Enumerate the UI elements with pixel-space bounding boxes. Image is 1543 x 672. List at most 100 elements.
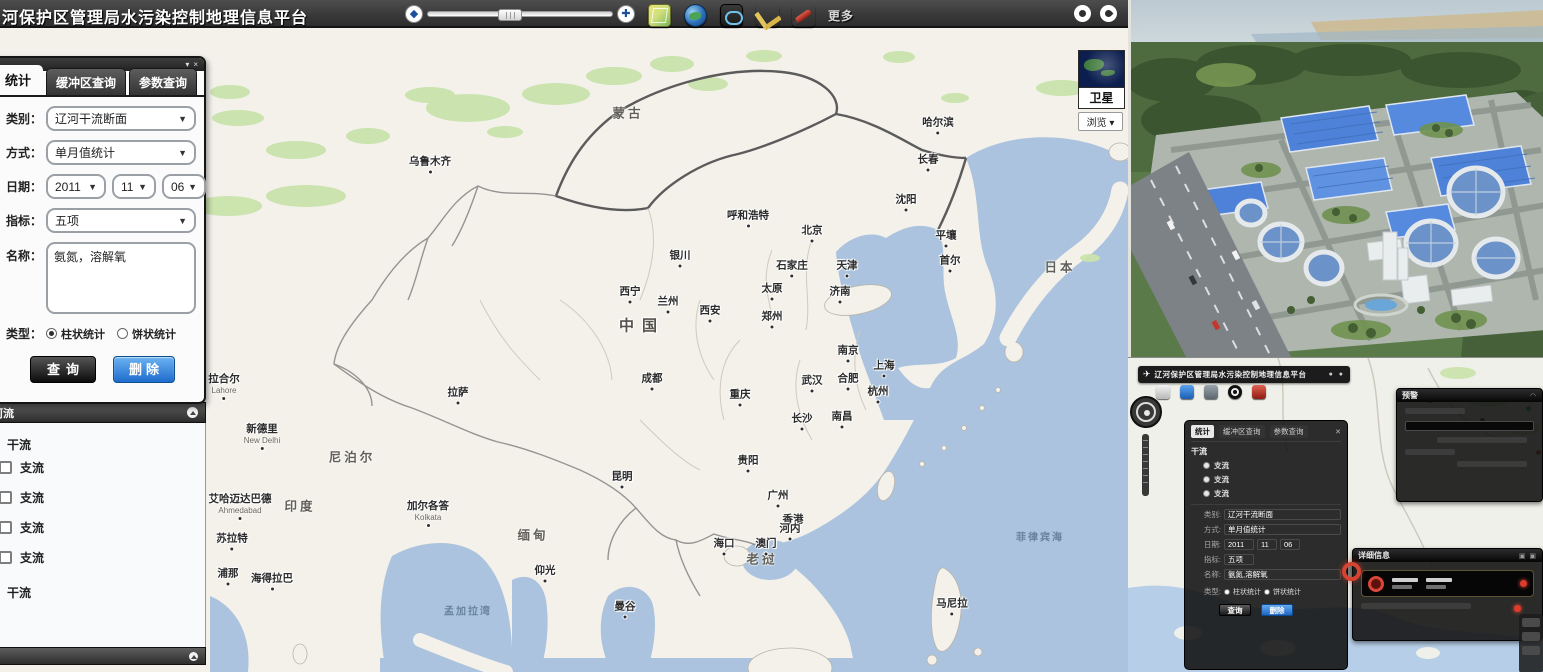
- mini-radio-pie-label[interactable]: 饼状统计: [1273, 587, 1301, 597]
- mini-side-panel-fragment: [1519, 614, 1543, 672]
- category-label: 类别：: [0, 110, 42, 127]
- layer-panel-header[interactable]: 河流: [0, 402, 206, 423]
- mini-app-title: 辽河保护区管理局水污染控制地理信息平台: [1155, 369, 1307, 380]
- mini-tab-buffer[interactable]: 缓冲区查询: [1219, 425, 1265, 438]
- mini-tab-param[interactable]: 参数查询: [1270, 425, 1308, 438]
- checkbox-icon[interactable]: [0, 551, 12, 564]
- mini-tree-item[interactable]: 支流: [1203, 460, 1341, 471]
- close-icon[interactable]: ×: [193, 61, 198, 69]
- mini-compass-control[interactable]: [1130, 396, 1162, 428]
- maptype-control[interactable]: 卫星 浏览 ▾: [1078, 50, 1125, 131]
- mini-indicator-select[interactable]: 五项: [1224, 554, 1254, 565]
- checkbox-icon[interactable]: [0, 521, 12, 534]
- mode-select[interactable]: 单月值统计 ▼: [46, 140, 196, 165]
- checkbox-icon[interactable]: [0, 491, 12, 504]
- mini-query-panel: 统计 缓冲区查询 参数查询 ✕ 干流 支流 支流 支流: [1184, 420, 1348, 670]
- mini-tool-icon[interactable]: [1204, 385, 1218, 399]
- indicator-select[interactable]: 五项 ▼: [46, 208, 196, 233]
- earth-icon[interactable]: [684, 4, 707, 27]
- layer-item[interactable]: 支流: [0, 549, 205, 566]
- mini-delete-button[interactable]: 删除: [1261, 604, 1293, 616]
- layer-item[interactable]: 支流: [0, 489, 205, 506]
- checkbox-icon[interactable]: [1203, 490, 1210, 497]
- mini-alert-panel: 预警 ◠: [1396, 388, 1543, 502]
- radio-bar-chart[interactable]: [46, 328, 57, 339]
- browse-dropdown[interactable]: 浏览 ▾: [1078, 112, 1123, 131]
- mode-value: 单月值统计: [55, 144, 115, 161]
- query-button[interactable]: 查询: [30, 356, 96, 383]
- plane-icon: ✈: [1143, 369, 1151, 380]
- more-tools-button[interactable]: 更多: [828, 7, 854, 24]
- tab-buffer-query[interactable]: 缓冲区查询: [46, 68, 126, 95]
- layer-item-label: 支流: [20, 489, 44, 506]
- alarm-dot-icon: [1520, 580, 1527, 587]
- query-panel: ▾ × 统计 缓冲区查询 参数查询 类别： 辽河干流断面 ▼ 方式： 单月值统计…: [0, 56, 206, 404]
- marker-pen-icon[interactable]: [792, 4, 815, 27]
- layer-item[interactable]: 支流: [0, 459, 205, 476]
- mini-tool-icon[interactable]: [1228, 385, 1242, 399]
- mini-detail-header[interactable]: 详细信息 ▣ ▣: [1353, 549, 1542, 562]
- zoom-slider-track[interactable]: [427, 11, 613, 17]
- mini-alert-header[interactable]: 预警 ◠: [1397, 389, 1542, 402]
- collapse-icon[interactable]: [189, 652, 198, 661]
- checkbox-icon[interactable]: [0, 461, 12, 474]
- parameter-names-textarea[interactable]: 氨氮，溶解氧: [46, 242, 196, 314]
- layer-panel-body: 干流 支流 支流 支流 支流 干流: [0, 423, 206, 647]
- radio-pie-chart[interactable]: [117, 328, 128, 339]
- delete-button[interactable]: 删除: [113, 356, 175, 383]
- satellite-thumbnail-icon[interactable]: [1078, 50, 1125, 88]
- month-select[interactable]: 11 ▼: [112, 174, 156, 199]
- panel-icons: ▣ ▣: [1519, 552, 1537, 560]
- mini-tool-icon[interactable]: [1180, 385, 1194, 399]
- collapse-circle-icon[interactable]: [1100, 5, 1117, 22]
- checkbox-icon[interactable]: [1203, 476, 1210, 483]
- mini-radio-bar-label[interactable]: 柱状统计: [1233, 587, 1261, 597]
- mini-tree-item[interactable]: 支流: [1203, 488, 1341, 499]
- year-value: 2011: [55, 180, 81, 194]
- satellite-label[interactable]: 卫星: [1078, 88, 1125, 109]
- mini-tree-item[interactable]: 支流: [1203, 474, 1341, 485]
- radio-pie-chart-label[interactable]: 饼状统计: [132, 326, 176, 342]
- map-layers-icon[interactable]: [648, 4, 671, 27]
- layer-panel-footer[interactable]: [0, 647, 206, 665]
- mini-query-button[interactable]: 查询: [1219, 604, 1251, 616]
- zoom-out-button[interactable]: ◆: [405, 5, 423, 23]
- mini-zoom-slider[interactable]: [1142, 434, 1149, 496]
- mini-tool-icon[interactable]: [1156, 385, 1170, 399]
- radio-icon[interactable]: [1224, 589, 1230, 595]
- mini-detail-row[interactable]: [1361, 570, 1534, 597]
- measure-icon[interactable]: [756, 4, 779, 27]
- radio-icon[interactable]: [1264, 589, 1270, 595]
- zoom-slider[interactable]: ◆ ✚: [405, 5, 637, 23]
- chevron-down-icon: ▼: [138, 182, 147, 192]
- mini-tab-statistics[interactable]: 统计: [1191, 425, 1214, 438]
- mini-month-select[interactable]: 11: [1257, 539, 1277, 550]
- collapse-icon[interactable]: [187, 407, 198, 418]
- layer-item-label: 支流: [20, 519, 44, 536]
- go-icon[interactable]: [720, 4, 743, 27]
- browse-label: 浏览: [1087, 118, 1107, 129]
- indicator-label: 指标：: [0, 212, 42, 229]
- pan-circle-icon[interactable]: [1074, 5, 1091, 22]
- day-select[interactable]: 06 ▼: [162, 174, 206, 199]
- layer-item[interactable]: 支流: [0, 519, 205, 536]
- tab-param-query[interactable]: 参数查询: [129, 68, 197, 95]
- year-select[interactable]: 2011 ▼: [46, 174, 106, 199]
- mini-mode-select[interactable]: 单月值统计: [1224, 524, 1341, 535]
- mini-year-select[interactable]: 2011: [1224, 539, 1254, 550]
- zoom-slider-handle[interactable]: [498, 9, 522, 21]
- tab-statistics[interactable]: 统计: [0, 65, 43, 95]
- mini-name-input[interactable]: 氨氮,溶解氧: [1224, 569, 1341, 580]
- mini-day-select[interactable]: 06: [1280, 539, 1300, 550]
- checkbox-icon[interactable]: [1203, 462, 1210, 469]
- mini-category-select[interactable]: 辽河干流断面: [1224, 509, 1341, 520]
- radio-bar-chart-label[interactable]: 柱状统计: [61, 326, 105, 342]
- mini-tool-icon[interactable]: [1252, 385, 1266, 399]
- mini-alarm-ring-marker[interactable]: [1342, 562, 1361, 581]
- layer-panel: 河流 干流 支流 支流 支流 支流: [0, 402, 206, 668]
- close-icon[interactable]: ✕: [1335, 428, 1341, 436]
- topbar: 河保护区管理局水污染控制地理信息平台 ◆ ✚ 更多: [0, 0, 1128, 28]
- zoom-in-button[interactable]: ✚: [617, 5, 635, 23]
- alarm-gauge-icon: [1368, 576, 1384, 592]
- category-select[interactable]: 辽河干流断面 ▼: [46, 106, 196, 131]
